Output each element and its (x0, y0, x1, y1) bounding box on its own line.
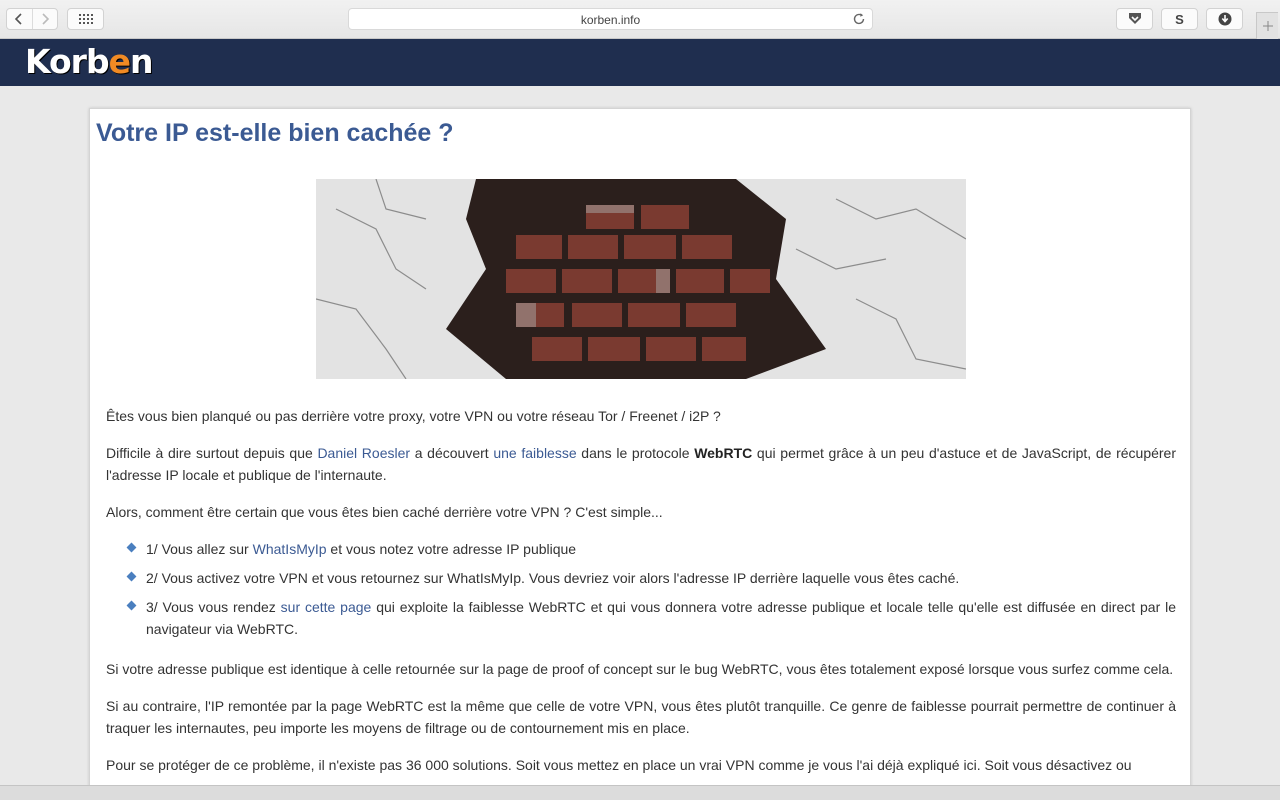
address-url: korben.info (580, 13, 641, 27)
s-extension-button[interactable]: S (1161, 8, 1198, 30)
list-item: 1/ Vous allez sur WhatIsMyIp et vous not… (106, 538, 1176, 560)
brick-wall-image (316, 179, 966, 379)
li2-text: 2/ Vous activez votre VPN et vous retour… (146, 570, 960, 586)
bullet-icon (126, 600, 137, 611)
plus-icon (1262, 21, 1273, 31)
chevron-right-icon (42, 13, 50, 25)
pocket-icon (1128, 13, 1141, 24)
new-tab-button[interactable] (1256, 12, 1278, 39)
pocket-extension-button[interactable] (1116, 8, 1153, 30)
list-item: 3/ Vous vous rendez sur cette page qui e… (106, 596, 1176, 640)
p2-text-1: Difficile à dire surtout depuis que (106, 445, 318, 461)
site-header: Korben (0, 39, 1280, 86)
p2-text-2: a découvert (410, 445, 494, 461)
paragraph-1: Êtes vous bien planqué ou pas derrière v… (106, 408, 721, 424)
bullet-icon (126, 571, 137, 582)
reload-icon[interactable] (852, 12, 866, 26)
download-extension-button[interactable] (1206, 8, 1243, 30)
grid-icon (78, 14, 93, 24)
address-bar[interactable]: korben.info (348, 8, 873, 30)
logo-accent: e (108, 42, 131, 81)
paragraph-3: Alors, comment être certain que vous ête… (106, 504, 663, 520)
paragraph-5: Si au contraire, l'IP remontée par la pa… (106, 698, 1176, 736)
p2-bold-webrtc: WebRTC (694, 445, 753, 461)
bullet-icon (126, 542, 137, 553)
li1-text-1: 1/ Vous allez sur (146, 541, 253, 557)
article-title[interactable]: Votre IP est-elle bien cachée ? (96, 119, 454, 148)
back-button[interactable] (7, 9, 32, 29)
paragraph-2: Difficile à dire surtout depuis que Dani… (106, 442, 1176, 486)
top-sites-button[interactable] (67, 8, 104, 30)
paragraph-4: Si votre adresse publique est identique … (106, 661, 1174, 677)
link-sur-cette-page[interactable]: sur cette page (281, 599, 372, 615)
link-daniel-roesler[interactable]: Daniel Roesler (317, 445, 410, 461)
steps-list: 1/ Vous allez sur WhatIsMyIp et vous not… (106, 538, 1176, 640)
download-icon (1218, 12, 1231, 26)
li1-text-2: et vous notez votre adresse IP publique (326, 541, 577, 557)
forward-button[interactable] (31, 9, 57, 29)
browser-toolbar: korben.info S (0, 0, 1280, 39)
paragraph-6: Pour se protéger de ce problème, il n'ex… (106, 757, 1132, 773)
logo-prefix: Korb (25, 42, 110, 81)
browser-status-bar (0, 785, 1280, 800)
p2-text-3: dans le protocole (576, 445, 695, 461)
site-logo[interactable]: Korben (25, 42, 153, 81)
li3-text-1: 3/ Vous vous rendez (146, 599, 281, 615)
article-card: Votre IP est-elle bien cachée ? Êtes vou… (89, 108, 1191, 800)
link-whatismyip[interactable]: WhatIsMyIp (253, 541, 327, 557)
article-body: Êtes vous bien planqué ou pas derrière v… (106, 405, 1176, 791)
chevron-left-icon (15, 13, 23, 25)
list-item: 2/ Vous activez votre VPN et vous retour… (106, 567, 1176, 589)
nav-buttons (6, 8, 58, 30)
link-une-faiblesse[interactable]: une faiblesse (493, 445, 576, 461)
logo-suffix: n (129, 42, 153, 81)
